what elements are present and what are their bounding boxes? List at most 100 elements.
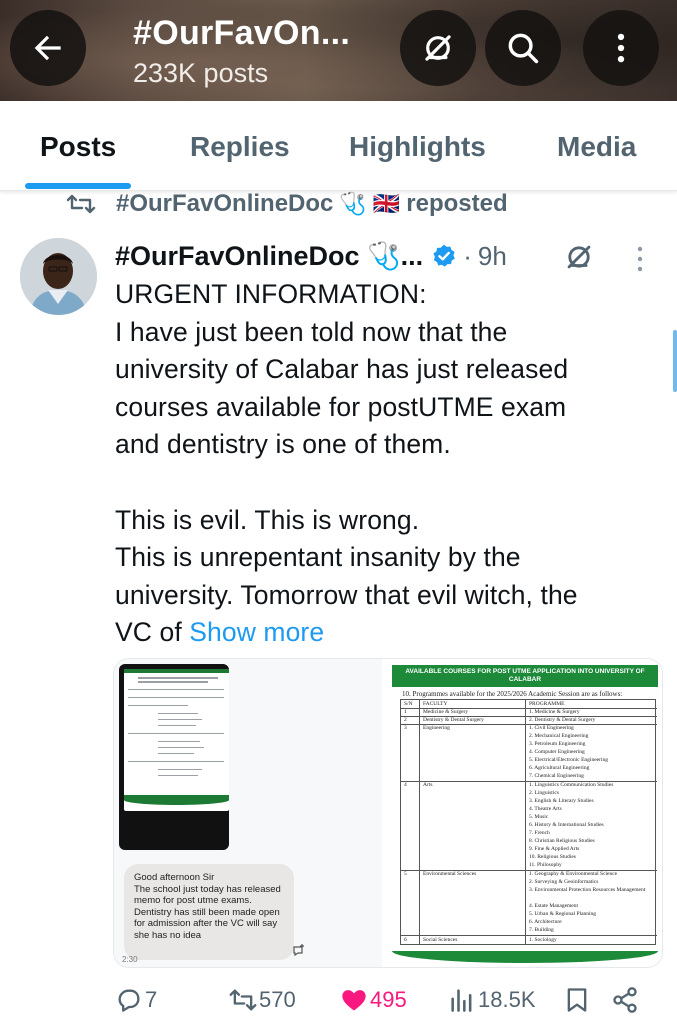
table-header-sn: S/N xyxy=(404,701,413,707)
table-cell: 8. Christian Religious Studies xyxy=(529,838,595,844)
memo-line xyxy=(158,769,202,770)
memo-line xyxy=(158,775,198,776)
table-cell: 5. Electrical/Electronic Engineering xyxy=(529,757,608,763)
tweet-line: This is evil. This is wrong. xyxy=(115,504,420,535)
table-cell: Environmental Sciences xyxy=(423,871,477,877)
back-button[interactable] xyxy=(10,10,86,86)
tweet-line: and dentistry is one of them. xyxy=(115,429,451,460)
table-cell: 4. Estate Management xyxy=(529,903,579,909)
chat-time: 2:30 xyxy=(122,955,138,964)
tweet-actions: 7 570 495 18.5K xyxy=(115,982,645,1018)
table-cell: 2 xyxy=(404,717,407,723)
memo-line xyxy=(158,747,204,748)
reposted-label: reposted xyxy=(406,190,508,217)
author-name[interactable]: #OurFavOnlineDoc 🩺... xyxy=(115,240,423,272)
table-cell: Arts xyxy=(423,782,433,788)
table-cell: 6. Agricultural Engineering xyxy=(529,765,590,771)
table-cell: 4 xyxy=(404,782,407,788)
tweet-media[interactable]: Good afternoon Sir The school just today… xyxy=(113,658,663,968)
tweet-line: university of Calabar has just released xyxy=(115,354,569,385)
reply-button[interactable]: 7 xyxy=(115,982,157,1018)
memo-line xyxy=(158,741,200,742)
table-cell: 1 xyxy=(404,709,407,715)
table-cell: 1. Sociology xyxy=(529,937,557,943)
memo-line xyxy=(128,733,224,734)
tweet-more-icon[interactable] xyxy=(630,244,650,274)
views-icon xyxy=(451,989,472,1012)
table-cell: 10. Religious Studies xyxy=(529,854,576,860)
doc-green-footer xyxy=(392,951,658,963)
bookmark-button[interactable] xyxy=(563,982,593,1018)
tab-media[interactable]: Media xyxy=(557,131,636,163)
reposter-emoji: 🩺 🇬🇧 xyxy=(339,191,401,216)
media-image-chat-screenshot[interactable]: Good afternoon Sir The school just today… xyxy=(114,659,382,967)
doc-header: AVAILABLE COURSES FOR POST UTME APPLICAT… xyxy=(392,665,658,687)
table-cell: 3 xyxy=(404,725,407,731)
tweet-line: I have just been told now that the xyxy=(115,316,508,347)
doc-subtitle: 10. Programmes available for the 2025/20… xyxy=(402,690,623,698)
table-cell: 3. English & Literary Studies xyxy=(529,798,594,804)
verified-badge-icon xyxy=(433,244,456,267)
table-cell: 1. Geography & Environmental Science xyxy=(529,871,618,877)
more-button[interactable] xyxy=(583,10,659,86)
memo-line xyxy=(158,725,196,726)
search-icon xyxy=(508,33,539,64)
table-cell: 5. Urban & Regional Planning xyxy=(529,911,597,917)
header-banner: #OurFavOn... 233K posts xyxy=(0,0,677,101)
table-cell: 1. Medicine & Surgery xyxy=(529,709,580,715)
post-time[interactable]: 9h xyxy=(478,241,507,272)
tweet-mute-icon[interactable] xyxy=(562,240,596,274)
memo-line xyxy=(158,713,198,714)
table-cell: Social Sciences xyxy=(423,937,458,943)
repost-icon xyxy=(66,194,96,214)
page-title: #OurFavOn... xyxy=(133,14,351,52)
tweet-line xyxy=(115,464,660,502)
table-col-divider xyxy=(419,700,420,944)
mute-button[interactable] xyxy=(400,10,476,86)
like-button[interactable]: 495 xyxy=(340,982,407,1018)
views-button[interactable]: 18.5K xyxy=(448,982,536,1018)
table-cell: 7. French xyxy=(529,830,550,836)
table-cell: 2. Dentistry & Dental Surgery xyxy=(529,717,596,723)
tab-highlights[interactable]: Highlights xyxy=(349,131,486,163)
tab-replies[interactable]: Replies xyxy=(190,131,290,163)
tweet-author-row: #OurFavOnlineDoc 🩺... · 9h xyxy=(115,238,507,274)
memo-line xyxy=(128,705,188,706)
avatar[interactable] xyxy=(20,238,97,315)
bookmark-icon xyxy=(567,988,587,1012)
table-cell: 3. Petroleum Engineering xyxy=(529,741,586,747)
memo-line xyxy=(128,697,224,698)
table-cell: 2. Linguistics xyxy=(529,790,559,796)
show-more-link[interactable]: Show more xyxy=(189,617,324,647)
mute-icon xyxy=(425,35,451,61)
memo-line xyxy=(128,689,224,690)
tweet-line: URGENT INFORMATION: xyxy=(115,279,427,309)
scrollbar[interactable] xyxy=(673,330,677,392)
avatar-image xyxy=(20,238,97,315)
tweet-line: This is unrepentant insanity by the xyxy=(115,542,521,573)
tweet-line: courses available for postUTME exam xyxy=(115,391,567,422)
media-image-course-list[interactable]: AVAILABLE COURSES FOR POST UTME APPLICAT… xyxy=(386,659,662,967)
table-cell: 7. Building xyxy=(529,927,554,933)
table-cell: 4. Theatre Arts xyxy=(529,806,562,812)
tweet-line-last: VC of Show more xyxy=(115,614,660,652)
share-icon xyxy=(613,987,637,1013)
memo-line xyxy=(138,677,218,679)
tab-posts[interactable]: Posts xyxy=(40,131,116,163)
share-button[interactable] xyxy=(611,982,641,1018)
table-header-faculty: FACULTY xyxy=(423,701,448,707)
repost-context[interactable]: #OurFavOnlineDoc 🩺 🇬🇧 reposted xyxy=(66,188,508,220)
react-icon xyxy=(293,944,304,957)
table-header-programme: PROGRAMME xyxy=(529,701,565,707)
course-table: S/N FACULTY PROGRAMME 1 Medicine & Surge… xyxy=(400,699,657,945)
heart-icon xyxy=(342,990,366,1011)
repost-button[interactable]: 570 xyxy=(229,982,296,1018)
table-cell: 7. Chemical Engineering xyxy=(529,773,584,779)
table-cell: 2. Mechanical Engineering xyxy=(529,733,589,739)
table-cell: 1. Linguistics Communication Studies xyxy=(529,782,614,788)
reposter-name: #OurFavOnlineDoc xyxy=(116,190,334,217)
search-button[interactable] xyxy=(485,10,561,86)
table-cell: Medicine & Surgery xyxy=(423,709,469,715)
table-row-divider xyxy=(401,935,657,936)
memo-line xyxy=(158,753,194,754)
